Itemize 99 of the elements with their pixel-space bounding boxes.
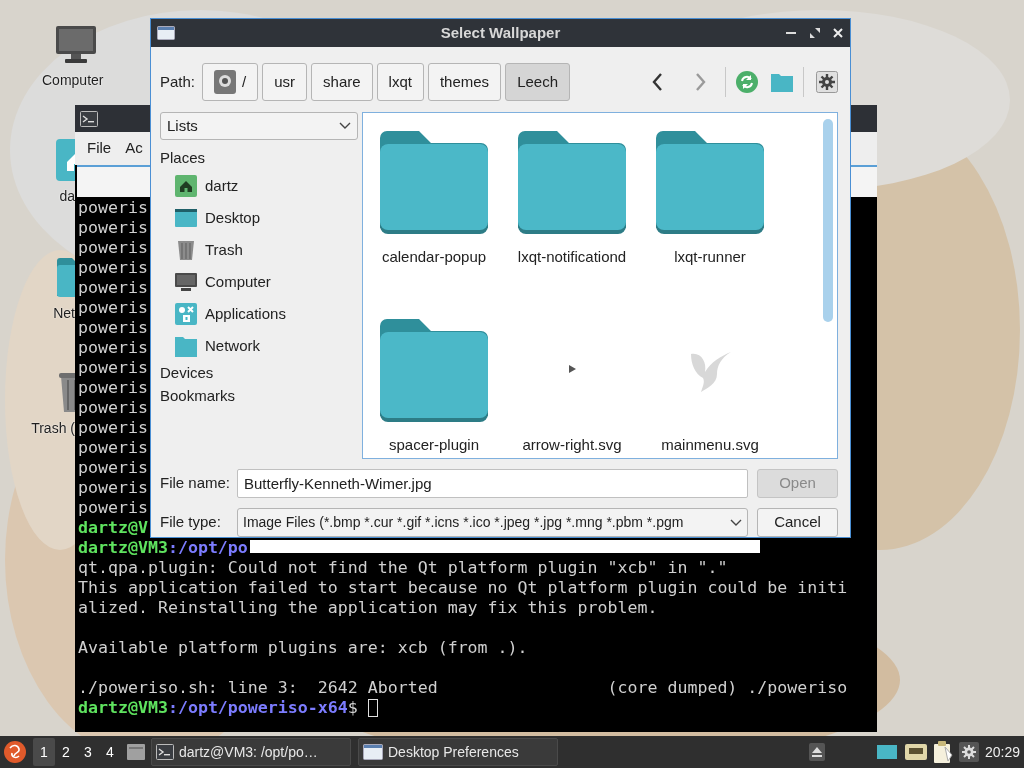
refresh-icon[interactable] [735, 70, 759, 94]
terminal-line: poweris [78, 258, 148, 278]
field-label: File type: [160, 512, 222, 533]
icon-label: Trash ( [31, 419, 75, 438]
file-name[interactable]: lxqt-runner [674, 246, 746, 269]
prompt-path: :/opt/po [167, 538, 248, 558]
computer-icon [175, 271, 197, 293]
icon-label: Computer [42, 71, 104, 90]
terminal-icon [80, 110, 98, 127]
settings-icon[interactable] [816, 71, 838, 93]
view-dropdown[interactable]: Lists [160, 112, 358, 140]
trash-icon [175, 239, 197, 261]
section-heading[interactable]: Bookmarks [160, 385, 358, 408]
prompt-user: dartz@VM3 [78, 538, 168, 558]
window-icon [157, 26, 175, 40]
place-item[interactable]: Applications [205, 302, 286, 326]
place-item[interactable]: Computer [205, 270, 271, 294]
terminal-line: poweris [78, 218, 148, 238]
icon-label: Net [53, 304, 75, 323]
workspace-button[interactable]: 1 [33, 738, 55, 766]
file-name[interactable]: spacer-plugin [388, 434, 480, 457]
terminal-line: poweris [78, 498, 148, 518]
window-title: Select Wallpaper [440, 22, 561, 43]
taskbar-button[interactable]: dartz@VM3: /opt/po… [151, 738, 351, 766]
folder-icon[interactable] [656, 128, 764, 234]
file-name[interactable]: lxqt-notificationd [517, 246, 627, 269]
terminal-line: poweris [78, 458, 148, 478]
triangle-icon[interactable] [568, 365, 576, 373]
home-icon [175, 175, 197, 197]
breadcrumb-button[interactable]: usr [262, 63, 308, 101]
terminal-line: This application failed to start because no Qt platform plugin could be initi [78, 578, 848, 598]
cancel-button[interactable]: Cancel [757, 508, 838, 537]
prompt-user: dartz@V [78, 518, 148, 538]
field-label: File name: [160, 473, 232, 494]
chevron-down-icon [339, 122, 351, 130]
workspace-button[interactable]: 3 [77, 738, 99, 766]
terminal-line: poweris [78, 198, 148, 218]
file-name[interactable]: arrow-right.svg [522, 434, 622, 457]
terminal-line: poweris [78, 238, 148, 258]
drive-icon [214, 70, 237, 94]
terminal-line: poweris [78, 398, 148, 418]
terminal-line: poweris [78, 378, 148, 398]
taskbar-button[interactable]: Desktop Preferences [358, 738, 558, 766]
terminal-line: poweris [78, 278, 148, 298]
desktop-icon [175, 207, 197, 229]
folder-icon[interactable] [380, 316, 488, 422]
chevron-down-icon [730, 518, 742, 527]
menu-item[interactable]: File [79, 137, 120, 160]
network-icon[interactable] [904, 744, 927, 760]
folder-icon[interactable] [55, 255, 75, 299]
path-label: Path: [160, 71, 196, 92]
file-type-dropdown[interactable]: Image Files (*.bmp *.cur *.gif *.icns *.ico *.jpeg *.jpg *.mng *.pbm *.pgm [237, 508, 748, 537]
place-item[interactable]: Desktop [205, 206, 261, 230]
section-heading[interactable]: Places [160, 147, 358, 170]
terminal-line: alized. Reinstalling the application may fix this problem. [78, 598, 658, 618]
start-menu-icon[interactable] [3, 740, 27, 764]
clipboard-icon[interactable] [932, 741, 953, 763]
settings-icon[interactable] [958, 742, 979, 762]
breadcrumb-button[interactable]: Leech [505, 63, 570, 101]
prompt-symbol: $ [347, 698, 359, 718]
file-name[interactable]: calendar-popup [381, 246, 487, 269]
prompt-user: dartz@VM3 [78, 698, 168, 718]
workspace-button[interactable]: 4 [99, 738, 121, 766]
section-heading[interactable]: Devices [160, 362, 358, 385]
maximize-icon[interactable] [810, 28, 820, 38]
terminal-line: poweris [78, 358, 148, 378]
breadcrumb-button[interactable]: themes [427, 63, 502, 101]
breadcrumb-button[interactable]: / [202, 63, 259, 101]
terminal-line: poweris [78, 478, 148, 498]
file-name[interactable]: mainmenu.svg [661, 434, 759, 457]
prompt-path: :/opt/poweriso-x64 [167, 698, 348, 718]
terminal-line: poweris [78, 298, 148, 318]
terminal-line: poweris [78, 438, 148, 458]
terminal-line: Available platform plugins are: xcb (from .). [78, 638, 528, 658]
applications-icon [175, 303, 197, 325]
terminal-line: ./poweriso.sh: line 3: 2642 Aborted (core dumped) ./poweriso [78, 678, 848, 698]
terminal-line: poweris [78, 418, 148, 438]
workspace-button[interactable]: 2 [55, 738, 77, 766]
scrollbar[interactable] [823, 119, 833, 322]
place-item[interactable]: Trash [205, 238, 243, 262]
place-item[interactable]: Network [205, 334, 260, 358]
clock: 20:29 [984, 742, 1020, 762]
breadcrumb-button[interactable]: lxqt [376, 63, 424, 101]
close-icon[interactable] [833, 28, 843, 38]
terminal-line: qt.qpa.plugin: Could not find the Qt platform plugin "xcb" in "." [78, 558, 728, 578]
terminal-icon [156, 744, 174, 760]
file-name-field[interactable]: Butterfly-Kenneth-Wimer.jpg [237, 469, 748, 498]
folder-icon [175, 335, 197, 357]
terminal-line: poweris [78, 318, 148, 338]
breadcrumb-button[interactable]: share [311, 63, 373, 101]
place-item[interactable]: dartz [205, 174, 239, 198]
menu-item[interactable]: Ac [119, 137, 143, 160]
terminal-line: poweris [78, 338, 148, 358]
icon-label: da [59, 187, 75, 206]
eject-icon[interactable] [808, 743, 825, 761]
display-icon[interactable] [876, 745, 897, 759]
folder-icon[interactable] [380, 128, 488, 234]
folder-icon[interactable] [518, 128, 626, 234]
window-icon [363, 744, 383, 760]
